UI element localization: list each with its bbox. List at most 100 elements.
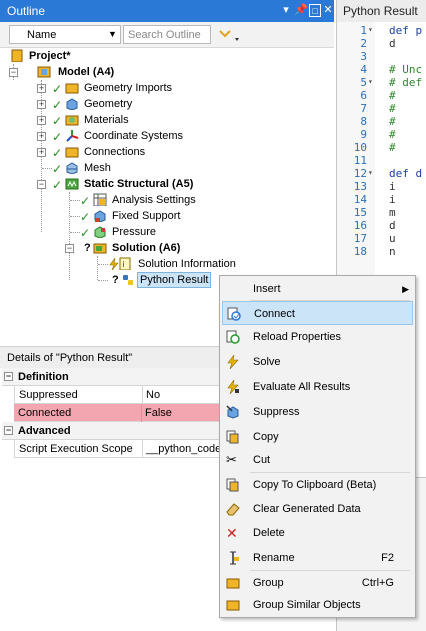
- tree-item-materials[interactable]: + ✓ Materials: [0, 112, 330, 128]
- menu-item-reload-properties[interactable]: Reload Properties: [222, 325, 413, 349]
- menu-item-rename[interactable]: Rename F2: [222, 546, 413, 570]
- tree-label-geometry: Geometry: [84, 98, 133, 110]
- chevron-down-icon: ▼: [108, 29, 117, 39]
- collapse-icon[interactable]: −: [37, 180, 46, 189]
- tree-label-python-result: Python Result: [137, 272, 212, 288]
- check-icon: ✓: [52, 162, 63, 176]
- tree-item-solution[interactable]: − ? Solution (A6): [0, 240, 330, 256]
- fold-icon[interactable]: ▾: [368, 168, 373, 177]
- solution-icon: [93, 243, 107, 254]
- code-line: def p: [389, 24, 423, 37]
- pin-icon[interactable]: 📌: [294, 3, 308, 18]
- collapse-icon[interactable]: −: [9, 68, 18, 77]
- tree-label-project: Project*: [29, 50, 71, 62]
- section-definition-label: Definition: [18, 371, 69, 383]
- menu-item-insert[interactable]: Insert ▶: [222, 277, 413, 301]
- python-result-tab[interactable]: Python Result: [336, 0, 426, 22]
- tree-item-geometry-imports[interactable]: + ✓ Geometry Imports: [0, 80, 330, 96]
- line-number: 3: [360, 50, 367, 63]
- menu-item-copy[interactable]: Copy: [222, 425, 413, 449]
- collapse-icon[interactable]: −: [4, 426, 13, 435]
- code-line: def d: [389, 167, 423, 180]
- menu-item-connect[interactable]: Connect: [222, 301, 413, 325]
- tree-item-mesh[interactable]: ✓ Mesh: [0, 160, 330, 176]
- suppressed-value[interactable]: No: [146, 386, 160, 404]
- code-line: #: [389, 115, 396, 128]
- script-scope-value[interactable]: __python_code: [146, 440, 221, 458]
- copy-icon: [226, 430, 239, 444]
- menu-item-evaluate-all-results[interactable]: Evaluate All Results: [222, 375, 413, 399]
- connected-value[interactable]: False: [145, 404, 172, 422]
- outline-filter-select[interactable]: Name ▼: [9, 25, 121, 44]
- evaluate-lightning-icon: [227, 380, 239, 394]
- svg-text:i: i: [123, 260, 125, 269]
- folder-icon: [65, 147, 79, 158]
- line-number: 9: [360, 128, 367, 141]
- dropdown-arrow-icon[interactable]: ▾: [279, 3, 293, 18]
- tree-item-coordinate-systems[interactable]: + ✓ Coordinate Systems: [0, 128, 330, 144]
- menu-label: Rename: [253, 552, 295, 564]
- expand-icon[interactable]: +: [37, 116, 46, 125]
- tree-label-materials: Materials: [84, 114, 129, 126]
- collapse-icon[interactable]: −: [65, 244, 74, 253]
- menu-item-solve[interactable]: Solve: [222, 350, 413, 374]
- menu-label: Cut: [253, 454, 271, 466]
- tree-item-model[interactable]: − Model (A4): [0, 64, 330, 80]
- menu-item-cut[interactable]: ✂ Cut: [222, 448, 413, 472]
- python-icon: [123, 275, 133, 285]
- code-line: u: [389, 232, 396, 245]
- menu-item-group-similar-objects[interactable]: Group Similar Objects: [222, 593, 413, 617]
- line-number: 15: [353, 206, 367, 219]
- details-title: Details of "Python Result": [7, 352, 133, 364]
- maximize-icon[interactable]: □: [309, 4, 321, 17]
- expand-icon[interactable]: +: [37, 84, 46, 93]
- menu-item-group[interactable]: Group Ctrl+G: [222, 571, 413, 595]
- menu-label: Clear Generated Data: [253, 503, 361, 515]
- menu-label: Group: [253, 577, 284, 589]
- rename-icon: [230, 551, 239, 565]
- tree-item-project[interactable]: Project*: [0, 48, 330, 64]
- geometry-icon: [66, 98, 78, 110]
- menu-shortcut: F2: [381, 552, 394, 564]
- group-similar-folder-icon: [226, 600, 240, 611]
- tree-item-fixed-support[interactable]: ✓ Fixed Support: [0, 208, 330, 224]
- line-number: 13: [353, 180, 367, 193]
- question-mark-icon: ?: [112, 274, 119, 286]
- python-panel-title: Python Result: [343, 4, 418, 18]
- script-scope-label: Script Execution Scope: [19, 443, 133, 455]
- submenu-arrow-icon: ▶: [402, 284, 409, 294]
- check-icon: ✓: [52, 98, 63, 112]
- suppress-icon: [226, 405, 239, 419]
- tree-item-pressure[interactable]: ✓ Pressure: [0, 224, 330, 240]
- expand-options-icon[interactable]: [218, 27, 240, 43]
- code-line: i: [389, 193, 396, 206]
- outline-search-input[interactable]: Search Outline: [123, 25, 211, 44]
- fold-icon[interactable]: ▾: [368, 25, 373, 34]
- menu-item-delete[interactable]: ✕ Delete: [222, 521, 413, 545]
- expand-icon[interactable]: +: [37, 100, 46, 109]
- close-icon[interactable]: ✕: [321, 3, 335, 18]
- line-number: 5: [360, 76, 367, 89]
- line-number: 18: [353, 245, 367, 258]
- fold-icon[interactable]: ▾: [368, 77, 373, 86]
- solution-information-icon: i: [119, 257, 131, 270]
- clipboard-icon: [226, 478, 239, 492]
- line-number: 8: [360, 115, 367, 128]
- line-number: 1: [360, 24, 367, 37]
- code-line: i: [389, 180, 396, 193]
- scissors-icon: ✂: [226, 452, 237, 467]
- collapse-icon[interactable]: −: [4, 372, 13, 381]
- menu-item-clear-generated-data[interactable]: Clear Generated Data: [222, 497, 413, 521]
- tree-item-solution-information[interactable]: i Solution Information: [0, 256, 330, 272]
- expand-icon[interactable]: +: [37, 132, 46, 141]
- menu-item-suppress[interactable]: Suppress: [222, 400, 413, 424]
- expand-icon[interactable]: +: [37, 148, 46, 157]
- eraser-icon: [226, 503, 240, 516]
- tree-item-analysis-settings[interactable]: ✓ Analysis Settings: [0, 192, 330, 208]
- menu-item-copy-to-clipboard[interactable]: Copy To Clipboard (Beta): [222, 473, 413, 497]
- model-icon: [37, 66, 51, 78]
- line-number: 7: [360, 102, 367, 115]
- tree-item-geometry[interactable]: + ✓ Geometry: [0, 96, 330, 112]
- tree-item-connections[interactable]: + ✓ Connections: [0, 144, 330, 160]
- tree-item-static-structural[interactable]: − ✓ Static Structural (A5): [0, 176, 330, 192]
